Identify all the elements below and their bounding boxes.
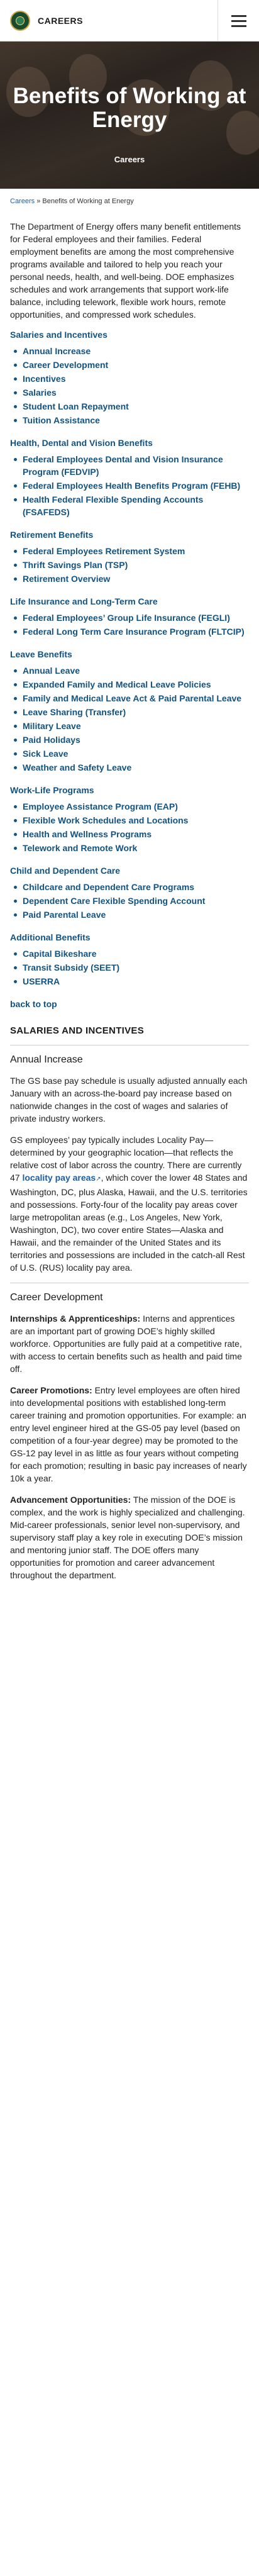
toc-link[interactable]: Transit Subsidy (SEET): [10, 961, 249, 974]
site-header: CAREERS: [0, 0, 259, 42]
toc-link[interactable]: Salaries: [10, 386, 249, 399]
toc-link[interactable]: Flexible Work Schedules and Locations: [10, 814, 249, 827]
external-link-icon: ↗: [96, 1176, 101, 1183]
toc-list: Federal Employees’ Group Life Insurance …: [10, 611, 249, 638]
locality-pay-areas-link[interactable]: locality pay areas: [22, 1173, 96, 1183]
toc-list: Annual Leave Expanded Family and Medical…: [10, 664, 249, 774]
advancement-paragraph: Advancement Opportunities: The mission o…: [10, 1493, 249, 1581]
toc-heading[interactable]: Life Insurance and Long-Term Care: [10, 596, 249, 606]
toc-link[interactable]: Incentives: [10, 372, 249, 385]
internships-paragraph: Internships & Apprenticeships: Interns a…: [10, 1312, 249, 1375]
intro-paragraph: The Department of Energy offers many ben…: [10, 221, 241, 320]
toc-link[interactable]: Student Loan Repayment: [10, 400, 249, 413]
toc-heading[interactable]: Salaries and Incentives: [10, 330, 249, 340]
toc-link[interactable]: Federal Employees Retirement System: [10, 545, 249, 557]
toc-link[interactable]: Annual Increase: [10, 345, 249, 357]
section-title-salaries: SALARIES AND INCENTIVES: [10, 1025, 145, 1036]
doe-seal-logo[interactable]: [10, 11, 30, 31]
toc-heading[interactable]: Retirement Benefits: [10, 530, 249, 540]
annual-increase-paragraph: The GS base pay schedule is usually adju…: [10, 1076, 248, 1124]
main-content: The Department of Energy offers many ben…: [10, 220, 249, 1590]
toc-link[interactable]: Paid Holidays: [10, 733, 249, 746]
toc-link[interactable]: Weather and Safety Leave: [10, 761, 249, 774]
toc-heading[interactable]: Work-Life Programs: [10, 785, 249, 795]
locality-text-after: , which cover the lower 48 States and Wa…: [10, 1173, 248, 1273]
toc-link[interactable]: Federal Long Term Care Insurance Program…: [10, 625, 249, 638]
toc-link[interactable]: Annual Leave: [10, 664, 249, 677]
toc-list: Federal Employees Retirement System Thri…: [10, 545, 249, 585]
toc-list: Childcare and Dependent Care Programs De…: [10, 881, 249, 921]
toc-link[interactable]: Sick Leave: [10, 747, 249, 760]
hamburger-icon-bar: [231, 25, 246, 27]
toc-link[interactable]: USERRA: [10, 975, 249, 988]
toc-link[interactable]: Childcare and Dependent Care Programs: [10, 881, 249, 893]
toc-link[interactable]: Retirement Overview: [10, 572, 249, 585]
toc-link[interactable]: Federal Employees Dental and Vision Insu…: [10, 453, 249, 478]
toc-heading[interactable]: Child and Dependent Care: [10, 866, 249, 876]
toc-heading[interactable]: Health, Dental and Vision Benefits: [10, 438, 249, 448]
breadcrumb-separator: »: [36, 198, 41, 205]
toc-link[interactable]: Tuition Assistance: [10, 414, 249, 427]
toc-heading[interactable]: Additional Benefits: [10, 932, 249, 942]
toc-link[interactable]: Health and Wellness Programs: [10, 828, 249, 840]
toc-link[interactable]: Health Federal Flexible Spending Account…: [10, 493, 249, 518]
seal-emblem: [16, 16, 25, 25]
promotions-text: Entry level employees are often hired in…: [10, 1385, 247, 1483]
promotions-label: Career Promotions:: [10, 1385, 92, 1395]
breadcrumb-home-link[interactable]: Careers: [10, 198, 35, 205]
internships-label: Internships & Apprenticeships:: [10, 1313, 141, 1324]
hero-banner: Benefits of Working at Energy Careers: [0, 42, 259, 189]
toc-link[interactable]: Family and Medical Leave Act & Paid Pare…: [10, 692, 249, 705]
toc-link[interactable]: Thrift Savings Plan (TSP): [10, 559, 249, 571]
toc-list: Annual Increase Career Development Incen…: [10, 345, 249, 427]
hamburger-icon-bar: [231, 20, 246, 22]
hero-subtitle: Careers: [114, 155, 145, 164]
toc-link[interactable]: Federal Employees Health Benefits Progra…: [10, 479, 249, 492]
toc-link[interactable]: Paid Parental Leave: [10, 908, 249, 921]
toc-heading[interactable]: Leave Benefits: [10, 649, 249, 659]
toc-link[interactable]: Capital Bikeshare: [10, 947, 249, 960]
breadcrumb: Careers » Benefits of Working at Energy: [10, 198, 134, 205]
subsection-title-annual-increase: Annual Increase: [10, 1054, 83, 1065]
back-to-top-link[interactable]: back to top: [10, 999, 249, 1009]
subsection-title-career-development: Career Development: [10, 1292, 103, 1303]
locality-pay-paragraph: GS employees’ pay typically includes Loc…: [10, 1134, 249, 1274]
site-brand[interactable]: CAREERS: [38, 16, 83, 26]
toc-link[interactable]: Dependent Care Flexible Spending Account: [10, 895, 249, 907]
menu-button[interactable]: [218, 0, 259, 42]
toc-list: Employee Assistance Program (EAP) Flexib…: [10, 800, 249, 854]
breadcrumb-current: Benefits of Working at Energy: [42, 198, 134, 205]
toc-list: Federal Employees Dental and Vision Insu…: [10, 453, 249, 518]
toc-link[interactable]: Expanded Family and Medical Leave Polici…: [10, 678, 249, 691]
promotions-paragraph: Career Promotions: Entry level employees…: [10, 1384, 249, 1485]
toc-link[interactable]: Leave Sharing (Transfer): [10, 706, 249, 718]
advancement-label: Advancement Opportunities:: [10, 1495, 131, 1505]
toc-link[interactable]: Telework and Remote Work: [10, 842, 249, 854]
toc-link[interactable]: Military Leave: [10, 720, 249, 732]
hamburger-icon-bar: [231, 14, 246, 17]
toc-link[interactable]: Employee Assistance Program (EAP): [10, 800, 249, 813]
advancement-text: The mission of the DOE is complex, and t…: [10, 1495, 245, 1580]
toc-list: Capital Bikeshare Transit Subsidy (SEET)…: [10, 947, 249, 988]
toc-link[interactable]: Career Development: [10, 359, 249, 371]
page-title: Benefits of Working at Energy: [13, 84, 246, 132]
toc-link[interactable]: Federal Employees’ Group Life Insurance …: [10, 611, 249, 624]
